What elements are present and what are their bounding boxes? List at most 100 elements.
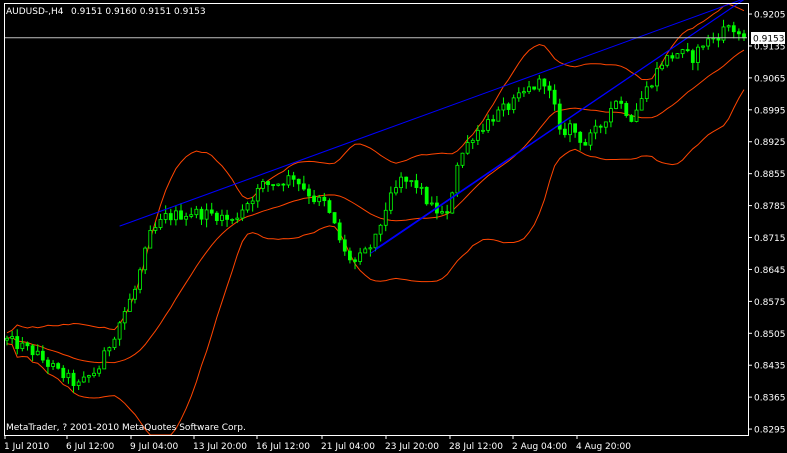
candle	[383, 202, 388, 232]
candle	[511, 94, 516, 114]
candle	[225, 209, 229, 227]
candle	[291, 171, 296, 187]
candle	[20, 337, 25, 352]
candle	[255, 184, 260, 208]
candle	[66, 369, 71, 384]
candle	[706, 34, 711, 50]
candle	[619, 96, 624, 109]
x-tick-label: 6 Jul 12:00	[66, 442, 115, 452]
x-tick-label: 2 Aug 04:00	[512, 442, 567, 452]
candle	[107, 346, 112, 357]
candle	[133, 285, 137, 304]
candle	[266, 180, 270, 192]
candle	[721, 19, 726, 44]
candle	[245, 201, 250, 213]
y-tick-label: 0.8645	[754, 266, 786, 276]
bollinger-lower	[6, 89, 745, 436]
candle	[409, 180, 414, 187]
candle	[261, 178, 265, 193]
candle	[353, 257, 357, 270]
candle	[414, 173, 419, 194]
y-tick-label: 0.8575	[754, 298, 786, 308]
y-axis: 0.92050.91350.90650.89950.89250.88550.87…	[748, 11, 786, 436]
bollinger-bands	[6, 3, 745, 436]
y-tick-label: 0.8435	[754, 362, 786, 372]
candle	[486, 114, 490, 133]
y-tick-label: 0.8715	[754, 234, 786, 244]
chart-frame	[4, 3, 749, 436]
candle	[194, 205, 199, 219]
x-tick-label: 21 Jul 04:00	[321, 442, 375, 452]
bollinger-middle	[6, 49, 745, 364]
candle	[86, 374, 91, 383]
candle	[286, 169, 291, 188]
candle	[158, 213, 163, 230]
symbol-timeframe: AUDUSD-,H4	[6, 7, 64, 17]
candle	[148, 225, 153, 249]
candle	[527, 81, 531, 95]
candle	[97, 365, 102, 377]
candle	[593, 119, 598, 140]
candle	[588, 129, 593, 151]
candle	[30, 344, 35, 362]
candle	[204, 203, 209, 228]
candle	[629, 114, 634, 123]
candle	[516, 87, 521, 102]
candle	[122, 307, 127, 330]
candle	[470, 138, 475, 149]
candle	[491, 114, 496, 126]
candle	[670, 52, 675, 62]
candle	[307, 184, 311, 205]
candle	[332, 212, 337, 224]
y-tick-label: 0.9065	[754, 74, 786, 84]
candle	[378, 223, 383, 242]
candle	[496, 106, 501, 122]
current-price-label: 0.9153	[753, 35, 785, 45]
candle	[455, 162, 460, 197]
candle	[624, 101, 629, 118]
candle	[209, 202, 214, 216]
candle	[419, 183, 424, 195]
x-tick-label: 9 Jul 04:00	[130, 442, 179, 452]
candle	[296, 178, 301, 192]
candle	[56, 362, 61, 370]
candle	[547, 81, 552, 99]
candle	[342, 234, 347, 256]
candle	[445, 204, 450, 220]
candle	[92, 367, 96, 378]
x-tick-label: 16 Jul 12:00	[256, 442, 310, 452]
candle	[680, 48, 685, 58]
x-tick-label: 23 Jul 20:00	[385, 442, 439, 452]
candle	[460, 152, 465, 168]
candle	[230, 218, 235, 225]
candle	[731, 21, 736, 39]
candle	[214, 211, 219, 225]
x-tick-label: 1 Jul 2010	[4, 442, 49, 452]
y-tick-label: 0.8505	[754, 330, 786, 340]
candle	[573, 123, 578, 138]
candle	[337, 219, 342, 243]
channel-line-upper	[119, 0, 743, 227]
candle	[655, 61, 659, 92]
candle	[173, 206, 178, 226]
candle	[184, 212, 189, 226]
candle	[138, 267, 142, 294]
ohlc-values: 0.9151 0.9160 0.9151 0.9153	[71, 7, 206, 17]
x-tick-label: 13 Jul 20:00	[193, 442, 247, 452]
price-chart[interactable]: 0.92050.91350.90650.89950.89250.88550.87…	[0, 0, 787, 453]
candle	[665, 55, 670, 68]
candle	[168, 208, 173, 226]
candle	[250, 196, 255, 212]
candle	[450, 191, 455, 214]
candle	[578, 131, 583, 151]
candle	[675, 53, 680, 59]
candle	[726, 24, 731, 32]
candle	[368, 244, 373, 257]
candle	[327, 198, 332, 214]
candle	[603, 121, 608, 135]
candle	[440, 205, 444, 215]
candle	[61, 365, 66, 382]
x-axis: 1 Jul 2010 6 Jul 12:00 9 Jul 04:00 13 Jul 2…	[4, 435, 631, 452]
candle	[742, 29, 746, 41]
candle	[143, 246, 148, 275]
